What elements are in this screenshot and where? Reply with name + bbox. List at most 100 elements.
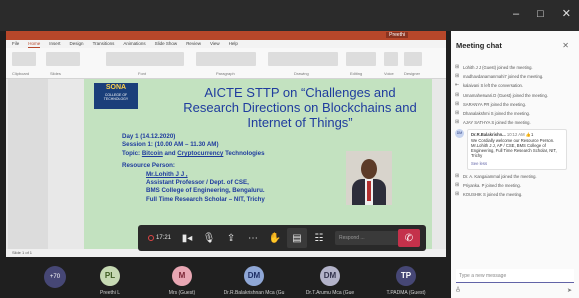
group-editing: Editing [350, 71, 363, 76]
new-slide-button[interactable] [46, 52, 80, 66]
participant-tile[interactable]: DM Dr.R.Balakrishnan Mca (Gu [222, 263, 286, 298]
slide-thumbnails[interactable] [8, 79, 48, 249]
menu-help[interactable]: Help [229, 40, 238, 48]
maximize-button[interactable]: □ [537, 8, 544, 20]
format-icon[interactable]: A̲ [456, 287, 460, 293]
close-button[interactable]: ✕ [562, 8, 571, 20]
close-icon[interactable]: ✕ [562, 41, 569, 50]
compose-toolbar: A̲ ➤ [456, 287, 574, 294]
menu-design[interactable]: Design [70, 40, 84, 48]
menu-animations[interactable]: Animations [123, 40, 145, 48]
mic-icon[interactable]: 🎙 [199, 228, 219, 248]
slide-rp-line2: BMS College of Engineering, Bengaluru. [146, 187, 265, 195]
hangup-button[interactable]: ✆ [398, 229, 420, 247]
slide-day: Day 1 (14.12.2020) [122, 133, 176, 140]
meeting-chat-panel: Meeting chat ✕ ⊞ Lohith J J (Guest) joine… [451, 31, 579, 298]
avatar: DM [244, 266, 264, 286]
shared-screen: Preethi File Home Insert Design Transiti… [6, 31, 446, 257]
teams-title-bar: – □ ✕ [0, 0, 579, 31]
join-icon: ⊞ [455, 110, 460, 117]
group-slides: Slides [50, 71, 61, 76]
participant-tile[interactable]: DM Dr.T.Arumu Mca (Gue [298, 263, 362, 298]
menu-file[interactable]: File [12, 40, 19, 48]
people-icon[interactable]: ☷ [309, 228, 329, 248]
ppt-user: Preethi [386, 32, 408, 38]
drawing-controls[interactable] [268, 52, 338, 66]
message-text: We Cordially welcome our Resource Person… [471, 137, 557, 159]
chat-event: ⊞ Umamaheswari.D (Guest) joined the meeti… [455, 91, 548, 98]
chat-event: ⇤ kalaivani S left the conversation. [455, 82, 524, 89]
join-icon: ⊞ [455, 73, 460, 80]
slide-resource-label: Resource Person: [122, 162, 175, 170]
menu-transitions[interactable]: Transitions [93, 40, 115, 48]
chat-event: ⊞ Dhanalakshmi S joined the meeting. [455, 110, 531, 117]
slide-rp-line1: Assistant Professor / Dept. of CSE, [146, 179, 249, 187]
designer-button[interactable] [404, 52, 422, 66]
menu-view[interactable]: View [210, 40, 220, 48]
avatar: DM [455, 129, 464, 139]
slide-rp-line3: Full Time Research Scholar – NIT, Trichy [146, 195, 265, 203]
sona-logo: SONA COLLEGE OF TECHNOLOGY [94, 83, 138, 109]
paste-button[interactable] [12, 52, 36, 66]
hand-icon[interactable]: ✋ [265, 228, 285, 248]
slide: SONA COLLEGE OF TECHNOLOGY AICTE STTP on… [84, 79, 432, 249]
more-participants[interactable]: +70 [44, 266, 66, 288]
paragraph-controls[interactable] [196, 52, 256, 66]
message-input[interactable]: Type a new message [456, 269, 574, 283]
participant-tile[interactable]: PL Preethi L [78, 263, 142, 298]
message-bubble[interactable]: Dr.R.Balakrishn... 10:12 AM 👍1 We Cordia… [467, 129, 567, 170]
share-icon[interactable]: ⇪ [221, 228, 241, 248]
see-more-link[interactable]: See less [471, 161, 563, 166]
speaker-photo [346, 151, 392, 205]
window-controls: – □ ✕ [513, 8, 571, 20]
group-paragraph: Paragraph [216, 71, 235, 76]
send-icon[interactable]: ➤ [567, 287, 572, 294]
slide-body: Day 1 (14.12.2020) Session 1: (10.00 AM … [122, 133, 332, 204]
group-font: Font [138, 71, 147, 76]
chat-event: ⊞ Dr. A. Kangaiammal joined the meeting. [455, 172, 537, 179]
group-designer: Designer [404, 71, 421, 76]
menu-home[interactable]: Home [28, 40, 41, 48]
chat-messages: ⊞ Lohith J J (Guest) joined the meeting. … [451, 64, 579, 201]
font-controls[interactable] [106, 52, 184, 66]
slide-session: Session 1: (10.00 AM – 11.30 AM) [122, 141, 219, 149]
meeting-controls: 17:21 ▮◂ 🎙 ⇪ ⋯ ✋ ▤ ☷ Respond ... ✆ [138, 225, 426, 251]
chat-event: ⊞ madhavdanamanmahi7 joined the meeting. [455, 73, 544, 80]
message-time: 10:12 AM [506, 132, 525, 138]
participant-strip: +70 PL Preethi L M Mrs (Guest) DM Dr.R.B… [0, 263, 450, 298]
slide-rp-name: Mr.Lohith J J , [146, 170, 188, 178]
participant-name: Mrs (Guest) [168, 290, 196, 296]
participant-tile[interactable]: TP T.PADMA (Guest) [374, 263, 438, 298]
recording-icon [148, 235, 154, 241]
chat-icon[interactable]: ▤ [287, 228, 308, 248]
minimize-button[interactable]: – [513, 8, 519, 20]
slide-topic: Topic: Bitcoin and Cryptocurrency Techno… [122, 149, 265, 157]
avatar: DM [320, 266, 340, 286]
menu-review[interactable]: Review [186, 40, 201, 48]
video-icon[interactable]: ▮◂ [177, 228, 197, 248]
powerpoint-ribbon: Clipboard Slides Font Paragraph Drawing … [6, 48, 446, 79]
powerpoint-title-bar: Preethi [6, 31, 446, 40]
chat-message: DM Dr.R.Balakrishn... 10:12 AM 👍1 We Cor… [451, 129, 579, 170]
chat-event: ⊞ AJAY SATHYA S joined the meeting. [455, 119, 531, 126]
participant-name: Dr.R.Balakrishnan Mca (Gu [223, 290, 285, 296]
editing-controls[interactable] [346, 52, 376, 66]
slide-area: SONA COLLEGE OF TECHNOLOGY AICTE STTP on… [6, 79, 446, 249]
chat-event: ⊞ SARANYA PR joined the meeting. [455, 100, 527, 107]
chat-event: ⊞ Lohith J J (Guest) joined the meeting. [455, 64, 533, 70]
group-drawing: Drawing [294, 71, 309, 76]
menu-slideshow[interactable]: Slide Show [155, 40, 178, 48]
join-icon: ⊞ [455, 64, 460, 70]
join-icon: ⊞ [455, 119, 460, 126]
group-clipboard: Clipboard [12, 71, 30, 76]
join-icon: ⊞ [455, 100, 460, 107]
meeting-timer: 17:21 [156, 235, 172, 241]
more-icon[interactable]: ⋯ [243, 228, 263, 248]
menu-insert[interactable]: Insert [49, 40, 60, 48]
dictate-button[interactable] [384, 52, 398, 66]
message-author: Dr.R.Balakrishn... [471, 132, 506, 138]
participant-name: Dr.T.Arumu Mca (Gue [305, 290, 355, 296]
participant-tile[interactable]: M Mrs (Guest) [150, 263, 214, 298]
avatar: M [172, 266, 192, 286]
join-icon: ⊞ [455, 91, 460, 98]
